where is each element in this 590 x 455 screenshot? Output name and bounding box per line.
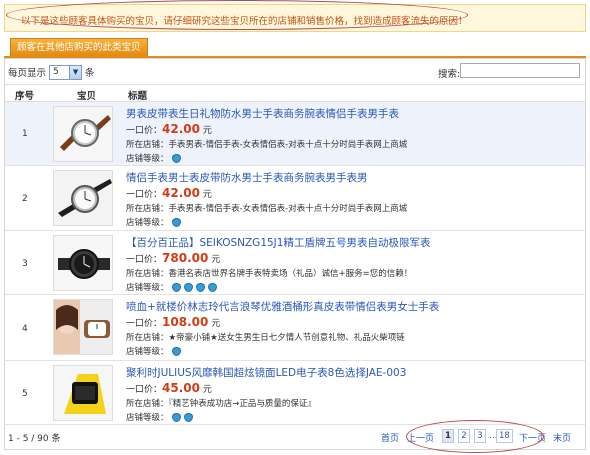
price-value: 42.00 xyxy=(162,186,200,200)
diamond-icon xyxy=(171,346,181,356)
product-image[interactable] xyxy=(53,106,113,162)
price-line: 一口价：45.00 元 xyxy=(126,381,212,395)
table-row: 4 喷血+就楼价林志玲代言浪琴优雅酒桶形真皮表带情侣表男女士手表 一口价：108… xyxy=(5,295,585,361)
tab-other-store-items[interactable]: 顾客在其他店购买的此类宝贝 xyxy=(10,38,148,56)
column-header-title: 标题 xyxy=(128,91,148,102)
shop-line: 所在店铺：香港名表店世界名牌手表特卖场（礼品）诚信+服务=您的信赖！ xyxy=(126,269,413,279)
diamond-icon xyxy=(171,217,181,227)
shop-name: 手表男表-情侣手表-女表情侣表-对表十点十分时尚手表网上商城 xyxy=(168,140,408,150)
table-header: 序号 宝贝 标题 xyxy=(5,84,585,102)
product-image[interactable] xyxy=(53,365,113,421)
price-value: 42.00 xyxy=(162,122,200,136)
table-row: 2 情侣手表男士表皮带防水男士手表商务腕表男手表男 一口价：42.00 元 所在… xyxy=(5,166,585,231)
shop-level: 店铺等级： xyxy=(126,281,217,293)
shop-name: 手表男表-情侣手表-女表情侣表-对表十点十分时尚手表网上商城 xyxy=(168,204,408,214)
product-image[interactable] xyxy=(53,235,113,291)
search-label: 搜索: xyxy=(438,69,461,80)
record-count: 1 - 5 / 90 条 xyxy=(8,434,61,444)
shop-line: 所在店铺：★帝豪小铺★送女生男生日七夕情人节创意礼物、礼品火柴项链 xyxy=(126,333,405,343)
per-page-value: 5 xyxy=(53,67,59,77)
row-number: 5 xyxy=(22,389,28,399)
product-title-link[interactable]: 喷血+就楼价林志玲代言浪琴优雅酒桶形真皮表带情侣表男女士手表 xyxy=(126,299,439,314)
price-value: 108.00 xyxy=(162,315,209,329)
shop-name: 香港名表店世界名牌手表特卖场（礼品）诚信+服务=您的信赖！ xyxy=(168,269,413,279)
price-line: 一口价：780.00 元 xyxy=(126,251,221,265)
shop-level: 店铺等级： xyxy=(126,345,181,357)
diamond-icon xyxy=(171,412,181,422)
table-row: 3 【百分百正品】SEIKOSNZG15J1精工盾牌五号男表自动极限军表 一口价… xyxy=(5,231,585,295)
diamond-icon xyxy=(183,282,193,292)
diamond-icon xyxy=(195,282,205,292)
per-page-select[interactable]: 5 ▼ xyxy=(49,64,83,80)
product-title-link[interactable]: 男表皮带表生日礼物防水男士手表商务腕表情侣手表男手表 xyxy=(126,106,399,121)
price-value: 780.00 xyxy=(162,251,209,265)
row-number: 1 xyxy=(22,129,28,139)
row-number: 4 xyxy=(22,324,28,334)
table-row: 5 聚利时JULIUS风靡韩国超炫镜面LED电子表8色选择JAE-003 一口价… xyxy=(5,361,585,425)
shop-level: 店铺等级： xyxy=(126,152,181,164)
diamond-icon xyxy=(207,282,217,292)
shop-level: 店铺等级： xyxy=(126,411,193,423)
column-header-item: 宝贝 xyxy=(77,91,97,102)
shop-name: 『精艺钟表成功店→正品与质量的保证』 xyxy=(168,399,316,409)
price-line: 一口价：42.00 元 xyxy=(126,122,212,136)
search-input[interactable] xyxy=(460,63,580,78)
table-row: 1 男表皮带表生日礼物防水男士手表商务腕表情侣手表男手表 一口价：42.00 元… xyxy=(5,102,585,166)
chevron-down-icon: ▼ xyxy=(69,65,82,79)
per-page-suffix: 条 xyxy=(85,68,95,79)
pager-first[interactable]: 首页 xyxy=(381,431,399,444)
price-value: 45.00 xyxy=(162,381,200,395)
diamond-icon xyxy=(171,153,181,163)
annotation-ellipse-pager xyxy=(406,420,544,453)
diamond-icon xyxy=(171,282,181,292)
product-title-link[interactable]: 聚利时JULIUS风靡韩国超炫镜面LED电子表8色选择JAE-003 xyxy=(126,365,406,380)
row-number: 2 xyxy=(22,194,28,204)
annotation-ellipse-notice xyxy=(6,0,468,30)
shop-line: 所在店铺：『精艺钟表成功店→正品与质量的保证』 xyxy=(126,399,316,409)
price-line: 一口价：42.00 元 xyxy=(126,186,212,200)
price-line: 一口价：108.00 元 xyxy=(126,315,221,329)
product-image[interactable] xyxy=(53,299,113,355)
shop-line: 所在店铺：手表男表-情侣手表-女表情侣表-对表十点十分时尚手表网上商城 xyxy=(126,204,408,214)
shop-level: 店铺等级： xyxy=(126,216,181,228)
column-header-index: 序号 xyxy=(15,91,35,102)
product-image[interactable] xyxy=(53,170,113,226)
per-page-control: 每页显示 5 ▼ 条 xyxy=(8,63,95,81)
row-number: 3 xyxy=(22,259,28,269)
per-page-prefix: 每页显示 xyxy=(8,68,47,79)
shop-name: ★帝豪小铺★送女生男生日七夕情人节创意礼物、礼品火柴项链 xyxy=(168,333,405,343)
product-title-link[interactable]: 情侣手表男士表皮带防水男士手表商务腕表男手表男 xyxy=(126,170,368,185)
product-title-link[interactable]: 【百分百正品】SEIKOSNZG15J1精工盾牌五号男表自动极限军表 xyxy=(126,235,430,250)
pager-last[interactable]: 末页 xyxy=(553,431,571,444)
shop-line: 所在店铺：手表男表-情侣手表-女表情侣表-对表十点十分时尚手表网上商城 xyxy=(126,140,408,150)
diamond-icon xyxy=(183,412,193,422)
